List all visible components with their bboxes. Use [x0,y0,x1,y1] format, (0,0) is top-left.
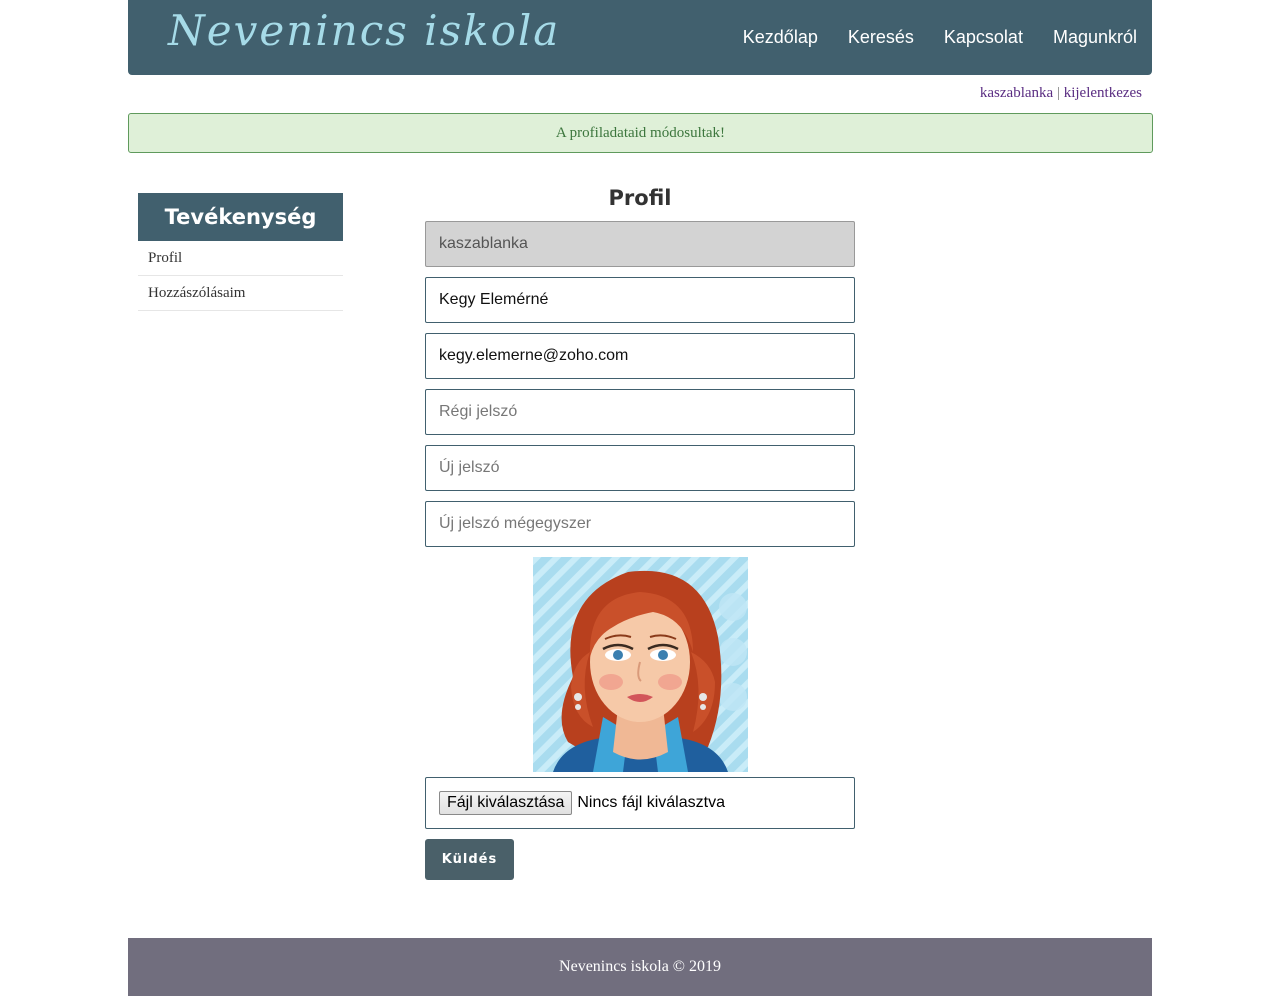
avatar-upload: Fájl kiválasztása Nincs fájl kiválasztva [425,777,855,829]
submit-button[interactable]: Küldés [425,839,514,880]
user-bar: kaszablanka | kijelentkezes [980,85,1142,102]
site-logo[interactable]: Nevenincs iskola [168,6,560,55]
sidebar-item-hozzaszolasaim[interactable]: Hozzászólásaim [138,276,343,311]
username-link[interactable]: kaszablanka [980,85,1053,101]
sidebar: Tevékenység Profil Hozzászólásaim [138,193,343,311]
userbar-separator: | [1056,85,1060,101]
sidebar-item-profil[interactable]: Profil [138,241,343,276]
nav-magunkrol[interactable]: Magunkról [1053,27,1137,48]
username-field: kaszablanka [425,221,855,267]
nav-kezdolap[interactable]: Kezdőlap [743,27,818,48]
choose-file-button[interactable]: Fájl kiválasztása [439,791,573,815]
new-password-field[interactable]: Új jelszó [425,445,855,491]
name-field[interactable]: Kegy Elemérné [425,277,855,323]
avatar-container [425,557,855,772]
sidebar-title: Tevékenység [138,193,343,241]
file-status-text: Nincs fájl kiválasztva [577,794,725,811]
logout-link[interactable]: kijelentkezes [1064,85,1142,101]
form-title: Profil [608,186,672,210]
nav-kereses[interactable]: Keresés [848,27,914,48]
avatar-image [532,557,748,772]
nav-kapcsolat[interactable]: Kapcsolat [944,27,1023,48]
email-field[interactable]: kegy.elemerne@zoho.com [425,333,855,379]
site-footer: Nevenincs iskola © 2019 [128,938,1152,996]
site-header: Nevenincs iskola Kezdőlap Keresés Kapcso… [128,0,1152,75]
confirm-password-field[interactable]: Új jelszó mégegyszer [425,501,855,547]
old-password-field[interactable]: Régi jelszó [425,389,855,435]
profile-form: Profil kaszablanka Kegy Elemérné kegy.el… [425,180,855,880]
main-nav: Kezdőlap Keresés Kapcsolat Magunkról [713,27,1137,48]
success-alert: A profiladataid módosultak! [128,113,1153,153]
